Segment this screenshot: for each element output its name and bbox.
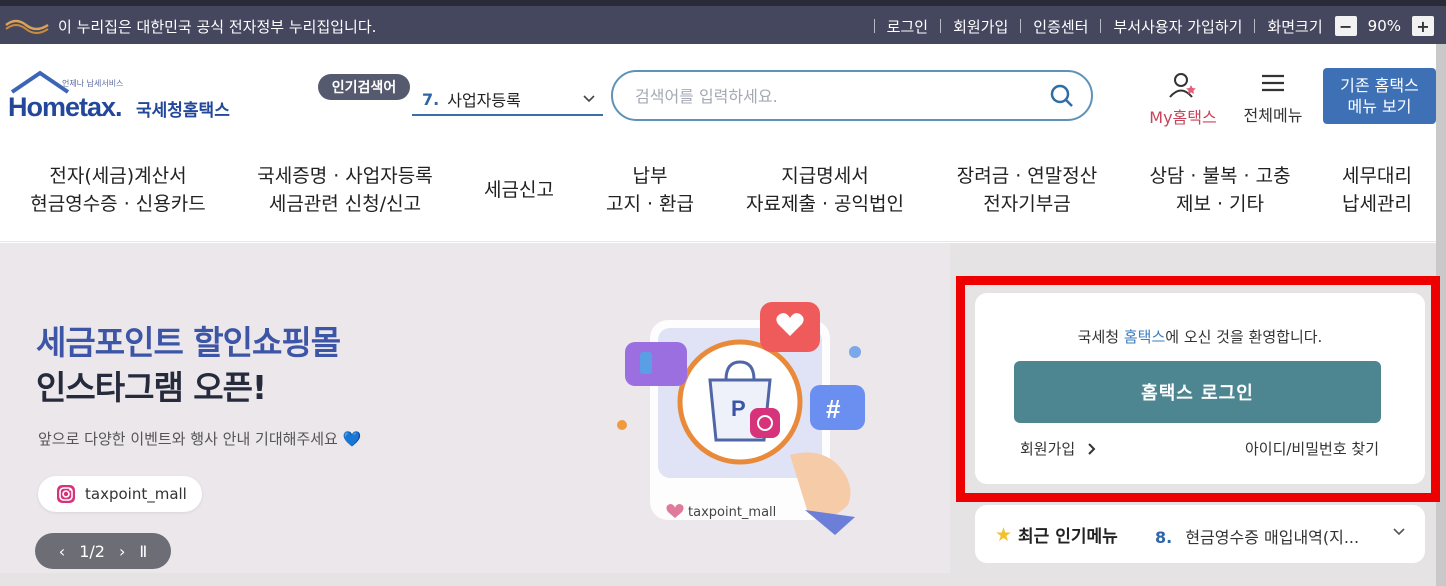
search-box (611, 70, 1093, 121)
instagram-icon (57, 485, 75, 503)
hometax-logo[interactable]: 언제나 납세서비스 Hometax. 국세청홈택스 (4, 70, 244, 130)
nav-line: 세금신고 (484, 179, 554, 201)
gov-banner: 이 누리집은 대한민국 공식 전자정부 누리집입니다. 로그인 회원가입 인증센… (0, 0, 1446, 44)
my-hometax-button[interactable]: My홈택스 (1142, 72, 1224, 128)
classic-menu-line2: 메뉴 보기 (1347, 97, 1412, 116)
banner-description: 앞으로 다양한 이벤트와 행사 안내 기대해주세요 💙 (38, 430, 362, 448)
nav-payment[interactable]: 납부 고지 · 환급 (600, 162, 700, 218)
find-id-password-link[interactable]: 아이디/비밀번호 찾기 (1245, 438, 1379, 459)
login-panel: 국세청 홈택스에 오신 것을 환영합니다. 홈택스 로그인 회원가입 아이디/비… (975, 293, 1425, 484)
nav-line: 제보 · 기타 (1175, 193, 1265, 215)
nav-line: 세무대리 (1342, 165, 1412, 187)
signup-label: 회원가입 (1020, 440, 1076, 458)
recent-rank: 8. (1155, 528, 1173, 547)
login-link[interactable]: 로그인 (887, 16, 928, 37)
dept-user-signup-link[interactable]: 부서사용자 가입하기 (1113, 16, 1242, 37)
gov-notice: 이 누리집은 대한민국 공식 전자정부 누리집입니다. (58, 18, 377, 36)
nav-line: 고지 · 환급 (605, 193, 695, 215)
logo-wordmark: Hometax. (8, 92, 123, 122)
site-header: 언제나 납세서비스 Hometax. 국세청홈택스 인기검색어 7. 사업자등록… (0, 44, 1436, 144)
popular-rank: 7. (422, 89, 440, 109)
divider (1100, 19, 1102, 33)
next-arrow-icon[interactable]: › (119, 542, 125, 561)
classic-menu-button[interactable]: 기존 홈택스 메뉴 보기 (1323, 68, 1436, 124)
banner-title-line1: 세금포인트 할인쇼핑몰 (36, 323, 341, 362)
divider (940, 19, 942, 33)
recent-popular-menu[interactable]: ★ 최근 인기메뉴 8. 현금영수증 매입내역(지... (975, 505, 1425, 563)
nav-incentives[interactable]: 장려금 · 연말정산 전자기부금 (950, 162, 1104, 218)
user-icon (1169, 73, 1196, 98)
welcome-highlight: 홈택스 (1123, 328, 1166, 346)
all-menu-label: 전체메뉴 (1243, 106, 1303, 125)
nav-line: 현금영수증 · 신용카드 (30, 193, 206, 215)
chevron-down-icon[interactable] (1391, 523, 1407, 539)
pager-count: 1/2 (79, 541, 105, 561)
hamburger-icon (1262, 74, 1284, 92)
instagram-handle-pill[interactable]: taxpoint_mall (38, 476, 202, 512)
gov-emblem-icon (5, 19, 49, 34)
instagram-handle: taxpoint_mall (85, 485, 187, 503)
search-input[interactable] (635, 84, 1035, 108)
logo-korean-name: 국세청홈택스 (136, 101, 230, 121)
nav-line: 납부 (632, 165, 668, 187)
zoom-value: 90% (1367, 17, 1401, 35)
classic-menu-line1: 기존 홈택스 (1340, 76, 1419, 95)
illustration-handle: taxpoint_mall (688, 505, 777, 520)
main-nav: 전자(세금)계산서 현금영수증 · 신용카드 국세증명 · 사업자등록 세금관련… (0, 150, 1436, 242)
welcome-suffix: 에 오신 것을 환영합니다. (1165, 328, 1323, 346)
nav-payment-statement[interactable]: 지급명세서 자료제출 · 공익법인 (740, 162, 910, 218)
nav-line: 장려금 · 연말정산 (956, 165, 1098, 187)
chevron-right-icon (1088, 443, 1096, 455)
pause-icon[interactable]: Ⅱ (139, 542, 147, 561)
search-icon[interactable] (1049, 83, 1075, 109)
nav-tax-filing[interactable]: 세금신고 (474, 176, 564, 204)
nav-e-invoice[interactable]: 전자(세금)계산서 현금영수증 · 신용카드 (28, 162, 208, 218)
cert-center-link[interactable]: 인증센터 (1033, 16, 1088, 37)
popular-search-label: 인기검색어 (318, 74, 410, 100)
nav-line: 세금관련 신청/신고 (268, 193, 422, 215)
svg-text:P: P (731, 396, 746, 421)
nav-line: 국세증명 · 사업자등록 (257, 165, 433, 187)
popular-search-select[interactable]: 7. 사업자등록 (412, 84, 603, 116)
gov-utility-links: 로그인 회원가입 인증센터 부서사용자 가입하기 화면크기 − 90% + (862, 14, 1434, 38)
nav-line: 자료제출 · 공익법인 (746, 193, 904, 215)
zoom-out-button[interactable]: − (1334, 16, 1357, 36)
nav-line: 전자기부금 (983, 193, 1071, 215)
recent-item-text: 현금영수증 매입내역(지... (1185, 528, 1360, 547)
house-roof-icon (10, 70, 70, 94)
banner-title-line2: 인스타그램 오픈! (36, 368, 267, 407)
popular-term: 사업자등록 (447, 91, 521, 110)
nav-line: 상담 · 불복 · 고충 (1149, 165, 1291, 187)
divider (873, 19, 875, 33)
nav-line: 지급명세서 (781, 165, 869, 187)
svg-text:#: # (826, 394, 841, 424)
logo-tagline: 언제나 납세서비스 (62, 79, 124, 88)
welcome-message: 국세청 홈택스에 오신 것을 환영합니다. (975, 326, 1425, 347)
screen-size-label: 화면크기 (1267, 17, 1323, 36)
nav-line: 납세관리 (1342, 193, 1412, 215)
recent-menu-title: ★ 최근 인기메뉴 (995, 522, 1118, 548)
all-menu-button[interactable]: 전체메뉴 (1236, 72, 1310, 126)
divider (1020, 19, 1022, 33)
nav-certificates[interactable]: 국세증명 · 사업자등록 세금관련 신청/신고 (250, 162, 440, 218)
star-icon: ★ (995, 523, 1013, 546)
banner-pager: ‹ 1/2 › Ⅱ (35, 533, 171, 569)
prev-arrow-icon[interactable]: ‹ (59, 542, 65, 561)
zoom-in-button[interactable]: + (1412, 16, 1434, 36)
welcome-prefix: 국세청 (1077, 328, 1124, 346)
nav-consulting[interactable]: 상담 · 불복 · 고충 제보 · 기타 (1144, 162, 1296, 218)
recent-menu-label: 최근 인기메뉴 (1018, 527, 1118, 547)
chevron-down-icon (583, 95, 595, 103)
recent-menu-item[interactable]: 8. 현금영수증 매입내역(지... (1155, 524, 1359, 548)
nav-tax-agent[interactable]: 세무대리 납세관리 (1336, 162, 1418, 218)
divider (1254, 19, 1256, 33)
hometax-login-button[interactable]: 홈택스 로그인 (1014, 361, 1381, 423)
nav-line: 전자(세금)계산서 (49, 165, 187, 187)
signup-link[interactable]: 회원가입 (1020, 438, 1098, 459)
my-hometax-label: My홈택스 (1149, 108, 1217, 127)
signup-link[interactable]: 회원가입 (953, 16, 1008, 37)
